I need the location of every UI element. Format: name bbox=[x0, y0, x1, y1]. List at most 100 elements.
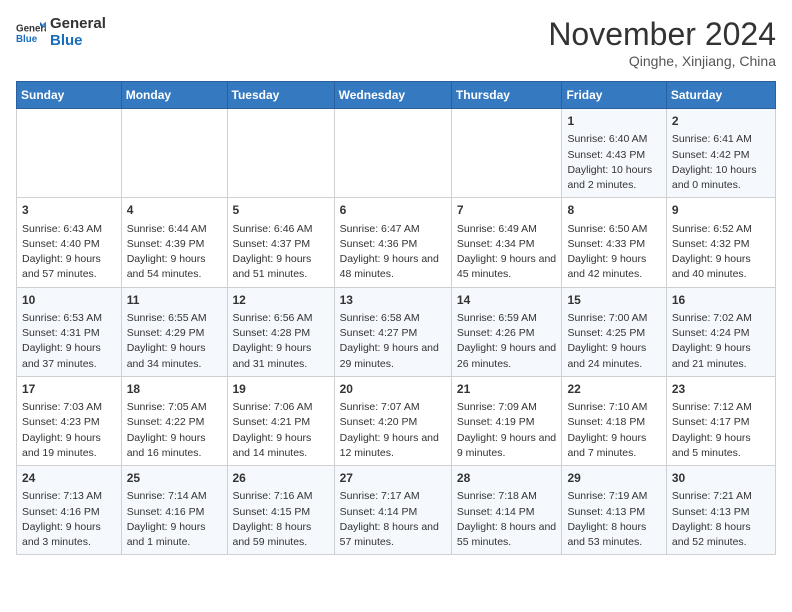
day-detail: Sunrise: 7:18 AM bbox=[457, 489, 557, 504]
calendar-cell: 8Sunrise: 6:50 AMSunset: 4:33 PMDaylight… bbox=[562, 198, 666, 287]
calendar-cell bbox=[334, 109, 451, 198]
day-number: 1 bbox=[567, 113, 660, 130]
day-detail: Sunset: 4:16 PM bbox=[22, 505, 116, 520]
calendar-cell: 9Sunrise: 6:52 AMSunset: 4:32 PMDaylight… bbox=[666, 198, 775, 287]
calendar-cell bbox=[121, 109, 227, 198]
calendar-cell: 1Sunrise: 6:40 AMSunset: 4:43 PMDaylight… bbox=[562, 109, 666, 198]
calendar-cell: 28Sunrise: 7:18 AMSunset: 4:14 PMDayligh… bbox=[451, 466, 562, 555]
calendar-cell: 18Sunrise: 7:05 AMSunset: 4:22 PMDayligh… bbox=[121, 376, 227, 465]
day-number: 17 bbox=[22, 381, 116, 398]
day-detail: Sunset: 4:23 PM bbox=[22, 415, 116, 430]
day-detail: Sunset: 4:27 PM bbox=[340, 326, 446, 341]
calendar-cell: 12Sunrise: 6:56 AMSunset: 4:28 PMDayligh… bbox=[227, 287, 334, 376]
calendar-week-row: 1Sunrise: 6:40 AMSunset: 4:43 PMDaylight… bbox=[17, 109, 776, 198]
day-detail: Sunset: 4:20 PM bbox=[340, 415, 446, 430]
day-detail: Sunrise: 7:10 AM bbox=[567, 400, 660, 415]
calendar-cell: 6Sunrise: 6:47 AMSunset: 4:36 PMDaylight… bbox=[334, 198, 451, 287]
day-detail: Sunrise: 7:00 AM bbox=[567, 311, 660, 326]
day-detail: Sunset: 4:13 PM bbox=[672, 505, 770, 520]
day-number: 23 bbox=[672, 381, 770, 398]
day-number: 2 bbox=[672, 113, 770, 130]
day-number: 19 bbox=[233, 381, 329, 398]
day-detail: Daylight: 9 hours and 51 minutes. bbox=[233, 252, 329, 282]
day-number: 18 bbox=[127, 381, 222, 398]
calendar-cell: 4Sunrise: 6:44 AMSunset: 4:39 PMDaylight… bbox=[121, 198, 227, 287]
day-number: 27 bbox=[340, 470, 446, 487]
day-detail: Daylight: 9 hours and 26 minutes. bbox=[457, 341, 557, 371]
day-number: 8 bbox=[567, 202, 660, 219]
logo-blue: Blue bbox=[50, 33, 106, 50]
day-detail: Sunrise: 7:07 AM bbox=[340, 400, 446, 415]
calendar-cell: 14Sunrise: 6:59 AMSunset: 4:26 PMDayligh… bbox=[451, 287, 562, 376]
day-detail: Sunset: 4:14 PM bbox=[457, 505, 557, 520]
svg-text:Blue: Blue bbox=[16, 34, 38, 45]
day-detail: Sunset: 4:13 PM bbox=[567, 505, 660, 520]
day-detail: Sunrise: 6:50 AM bbox=[567, 222, 660, 237]
day-number: 26 bbox=[233, 470, 329, 487]
day-detail: Daylight: 9 hours and 9 minutes. bbox=[457, 431, 557, 461]
logo: General Blue General Blue bbox=[16, 16, 106, 49]
day-detail: Daylight: 9 hours and 34 minutes. bbox=[127, 341, 222, 371]
calendar-cell bbox=[17, 109, 122, 198]
day-detail: Daylight: 9 hours and 7 minutes. bbox=[567, 431, 660, 461]
day-detail: Daylight: 9 hours and 12 minutes. bbox=[340, 431, 446, 461]
calendar-week-row: 10Sunrise: 6:53 AMSunset: 4:31 PMDayligh… bbox=[17, 287, 776, 376]
day-detail: Daylight: 9 hours and 54 minutes. bbox=[127, 252, 222, 282]
calendar-cell bbox=[227, 109, 334, 198]
day-detail: Sunrise: 7:17 AM bbox=[340, 489, 446, 504]
day-detail: Daylight: 9 hours and 48 minutes. bbox=[340, 252, 446, 282]
day-detail: Daylight: 9 hours and 16 minutes. bbox=[127, 431, 222, 461]
day-detail: Sunset: 4:24 PM bbox=[672, 326, 770, 341]
day-detail: Sunset: 4:14 PM bbox=[340, 505, 446, 520]
day-detail: Daylight: 9 hours and 14 minutes. bbox=[233, 431, 329, 461]
calendar-cell: 13Sunrise: 6:58 AMSunset: 4:27 PMDayligh… bbox=[334, 287, 451, 376]
calendar-cell: 30Sunrise: 7:21 AMSunset: 4:13 PMDayligh… bbox=[666, 466, 775, 555]
day-detail: Sunset: 4:34 PM bbox=[457, 237, 557, 252]
day-detail: Sunrise: 7:16 AM bbox=[233, 489, 329, 504]
day-detail: Sunset: 4:43 PM bbox=[567, 148, 660, 163]
day-detail: Daylight: 9 hours and 42 minutes. bbox=[567, 252, 660, 282]
calendar-table: SundayMondayTuesdayWednesdayThursdayFrid… bbox=[16, 81, 776, 555]
day-detail: Sunrise: 6:49 AM bbox=[457, 222, 557, 237]
day-detail: Daylight: 9 hours and 29 minutes. bbox=[340, 341, 446, 371]
day-detail: Sunset: 4:28 PM bbox=[233, 326, 329, 341]
calendar-cell: 22Sunrise: 7:10 AMSunset: 4:18 PMDayligh… bbox=[562, 376, 666, 465]
day-detail: Sunrise: 7:02 AM bbox=[672, 311, 770, 326]
day-detail: Sunrise: 6:47 AM bbox=[340, 222, 446, 237]
day-detail: Daylight: 9 hours and 1 minute. bbox=[127, 520, 222, 550]
day-number: 15 bbox=[567, 292, 660, 309]
day-detail: Daylight: 8 hours and 57 minutes. bbox=[340, 520, 446, 550]
day-detail: Daylight: 9 hours and 3 minutes. bbox=[22, 520, 116, 550]
day-number: 3 bbox=[22, 202, 116, 219]
calendar-cell: 15Sunrise: 7:00 AMSunset: 4:25 PMDayligh… bbox=[562, 287, 666, 376]
day-number: 20 bbox=[340, 381, 446, 398]
day-detail: Sunrise: 6:53 AM bbox=[22, 311, 116, 326]
day-detail: Sunset: 4:19 PM bbox=[457, 415, 557, 430]
day-detail: Daylight: 9 hours and 19 minutes. bbox=[22, 431, 116, 461]
day-detail: Sunrise: 7:19 AM bbox=[567, 489, 660, 504]
day-detail: Sunset: 4:25 PM bbox=[567, 326, 660, 341]
day-detail: Sunset: 4:22 PM bbox=[127, 415, 222, 430]
day-detail: Sunrise: 7:21 AM bbox=[672, 489, 770, 504]
title-block: November 2024 Qinghe, Xinjiang, China bbox=[548, 16, 776, 69]
day-detail: Sunrise: 7:14 AM bbox=[127, 489, 222, 504]
location: Qinghe, Xinjiang, China bbox=[548, 53, 776, 69]
calendar-cell: 11Sunrise: 6:55 AMSunset: 4:29 PMDayligh… bbox=[121, 287, 227, 376]
day-number: 10 bbox=[22, 292, 116, 309]
day-detail: Daylight: 10 hours and 0 minutes. bbox=[672, 163, 770, 193]
day-detail: Sunrise: 7:13 AM bbox=[22, 489, 116, 504]
day-detail: Daylight: 9 hours and 5 minutes. bbox=[672, 431, 770, 461]
weekday-header-friday: Friday bbox=[562, 82, 666, 109]
day-detail: Daylight: 8 hours and 59 minutes. bbox=[233, 520, 329, 550]
day-detail: Sunrise: 6:44 AM bbox=[127, 222, 222, 237]
day-number: 6 bbox=[340, 202, 446, 219]
calendar-cell: 16Sunrise: 7:02 AMSunset: 4:24 PMDayligh… bbox=[666, 287, 775, 376]
day-number: 28 bbox=[457, 470, 557, 487]
calendar-cell: 2Sunrise: 6:41 AMSunset: 4:42 PMDaylight… bbox=[666, 109, 775, 198]
day-detail: Sunset: 4:16 PM bbox=[127, 505, 222, 520]
day-detail: Sunrise: 7:09 AM bbox=[457, 400, 557, 415]
day-number: 24 bbox=[22, 470, 116, 487]
day-number: 14 bbox=[457, 292, 557, 309]
calendar-cell: 29Sunrise: 7:19 AMSunset: 4:13 PMDayligh… bbox=[562, 466, 666, 555]
weekday-header-row: SundayMondayTuesdayWednesdayThursdayFrid… bbox=[17, 82, 776, 109]
